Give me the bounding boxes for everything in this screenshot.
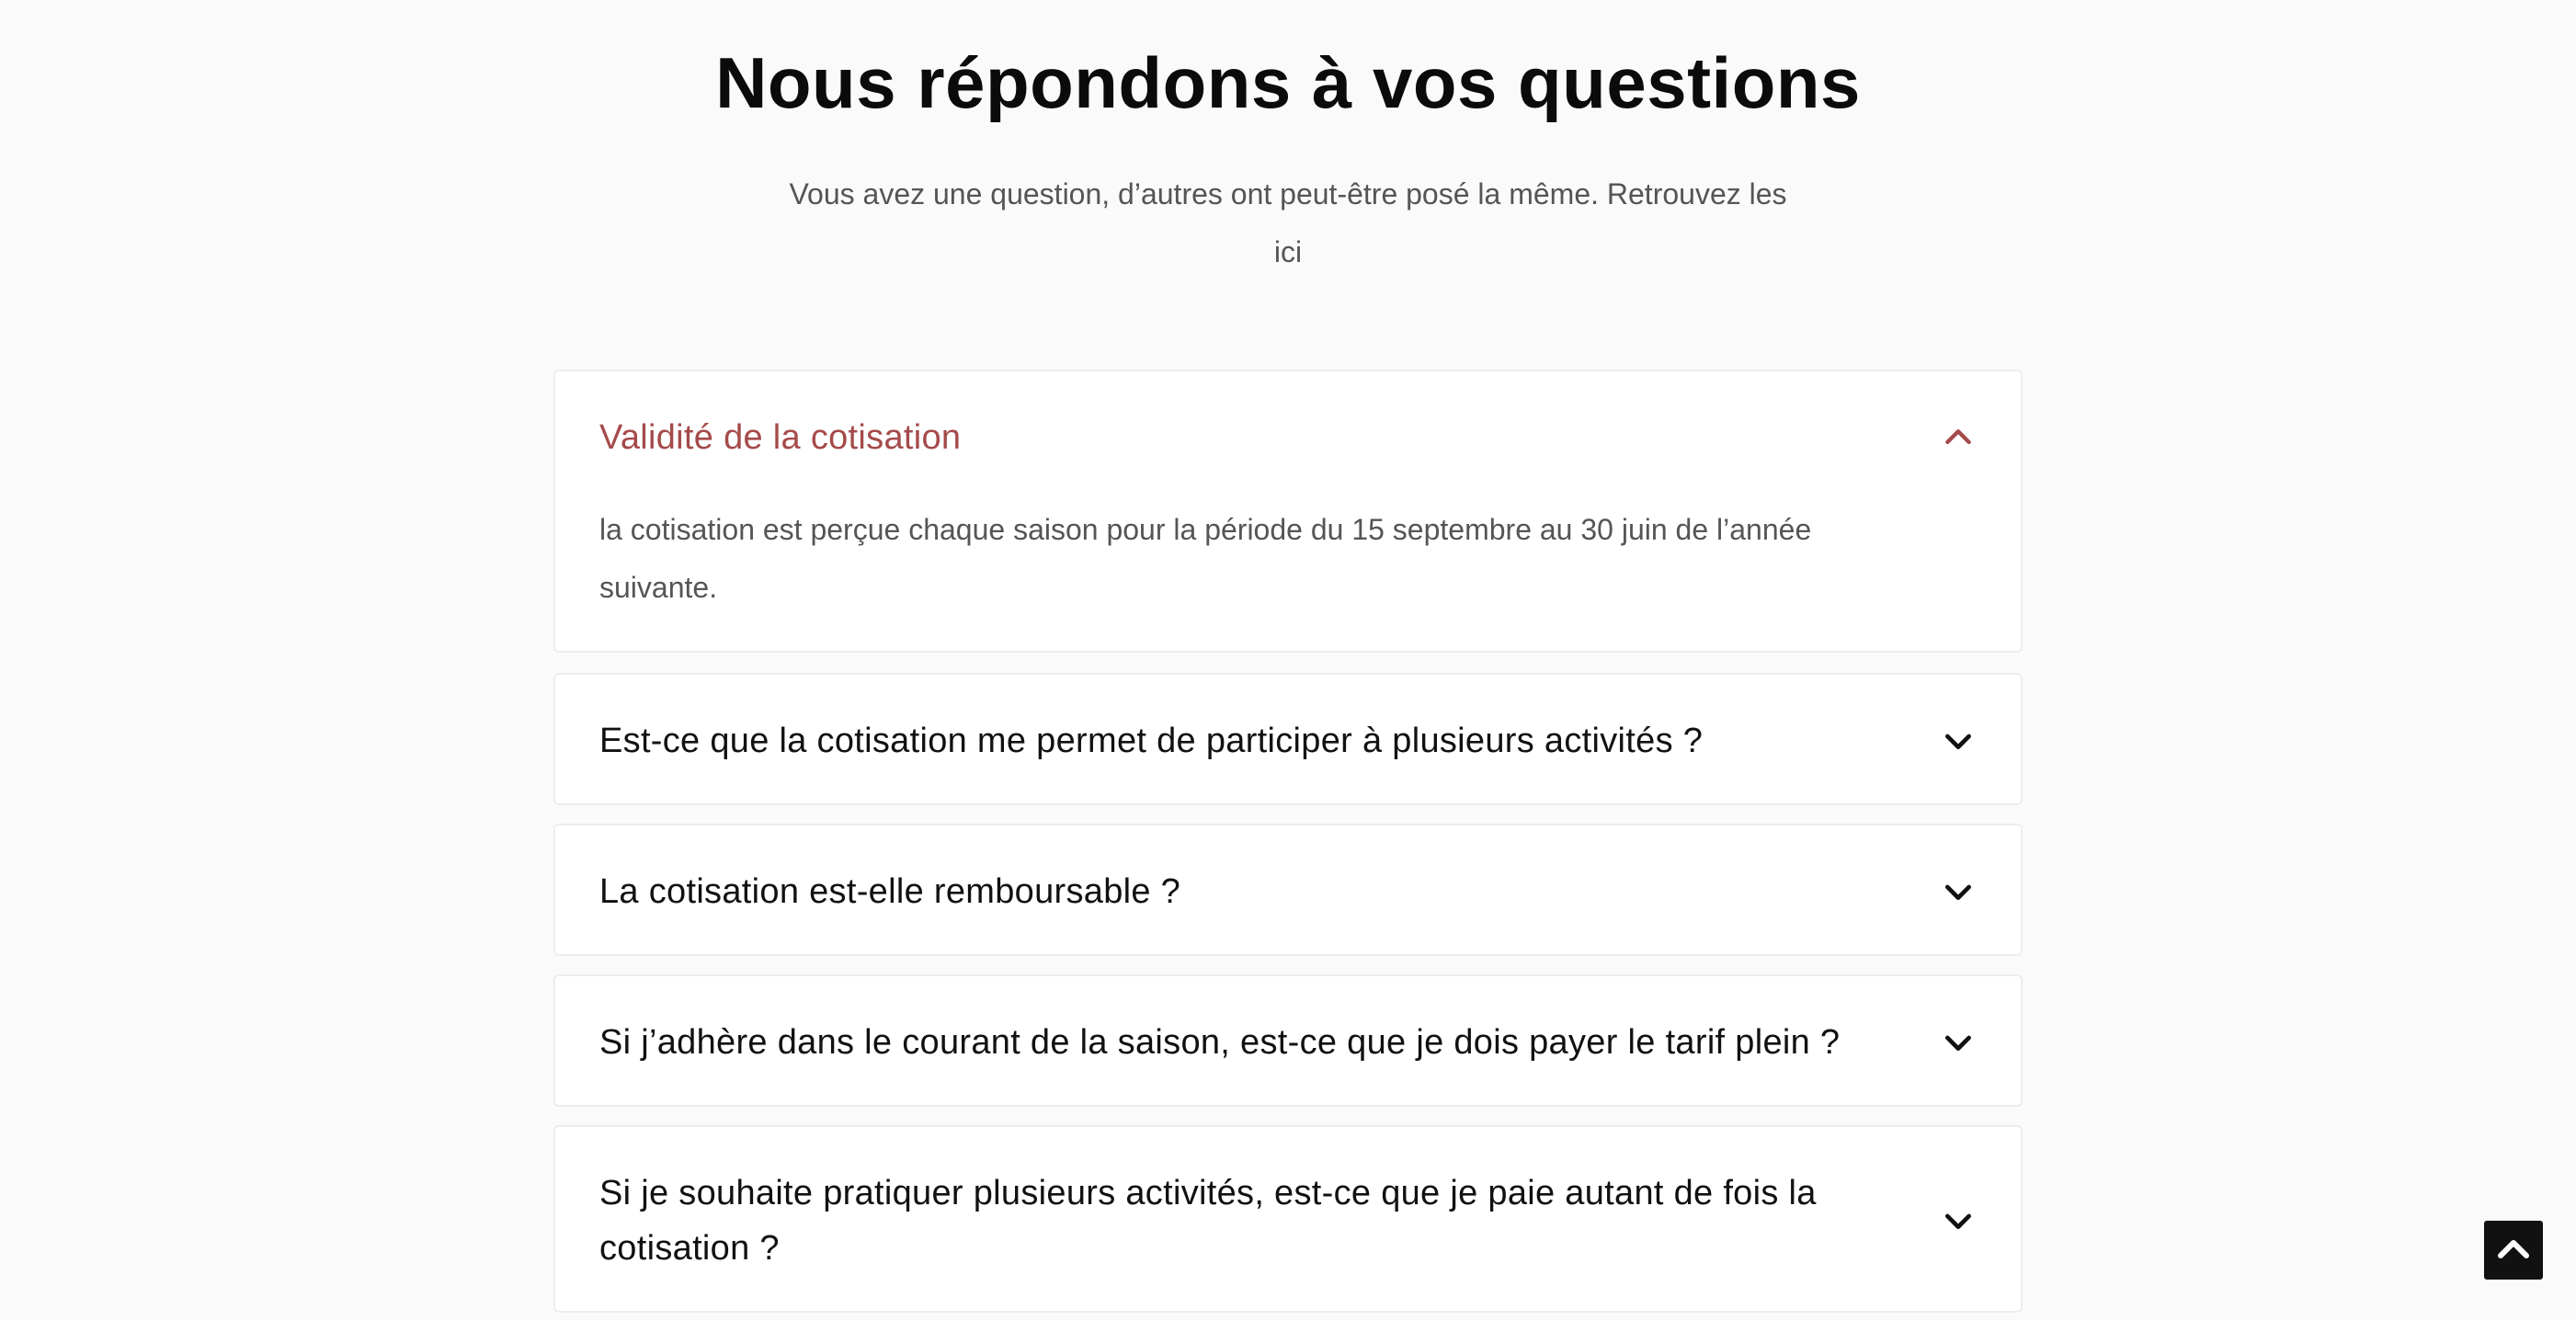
faq-question[interactable]: Validité de la cotisation (599, 410, 1910, 465)
faq-item: Si j’adhère dans le courant de la saison… (553, 974, 2023, 1107)
section-subtitle: Vous avez une question, d’autres ont peu… (789, 177, 1787, 268)
faq-item: Est-ce que la cotisation me permet de pa… (553, 673, 2023, 805)
faq-question[interactable]: La cotisation est-elle remboursable ? (599, 864, 1910, 919)
chevron-down-icon[interactable] (1940, 1024, 1977, 1061)
chevron-down-icon[interactable] (1940, 1202, 1977, 1239)
faq-answer: la cotisation est perçue chaque saison p… (599, 513, 1812, 604)
faq-question[interactable]: Est-ce que la cotisation me permet de pa… (599, 713, 1910, 768)
chevron-down-icon[interactable] (1940, 723, 1977, 759)
faq-item: Si je souhaite pratiquer plusieurs activ… (553, 1125, 2023, 1313)
faq-item: La cotisation est-elle remboursable ? (553, 824, 2023, 956)
section-title: Nous répondons à vos questions (715, 42, 1861, 123)
scroll-to-top-button[interactable] (2484, 1221, 2543, 1280)
chevron-up-icon[interactable] (1940, 419, 1977, 456)
faq-question[interactable]: Si j’adhère dans le courant de la saison… (599, 1015, 1910, 1070)
chevron-up-icon (2498, 1240, 2529, 1258)
chevron-down-icon[interactable] (1940, 873, 1977, 910)
faq-item: Validité de la cotisation la cotisation … (553, 370, 2023, 653)
faq-question[interactable]: Si je souhaite pratiquer plusieurs activ… (599, 1166, 1910, 1276)
